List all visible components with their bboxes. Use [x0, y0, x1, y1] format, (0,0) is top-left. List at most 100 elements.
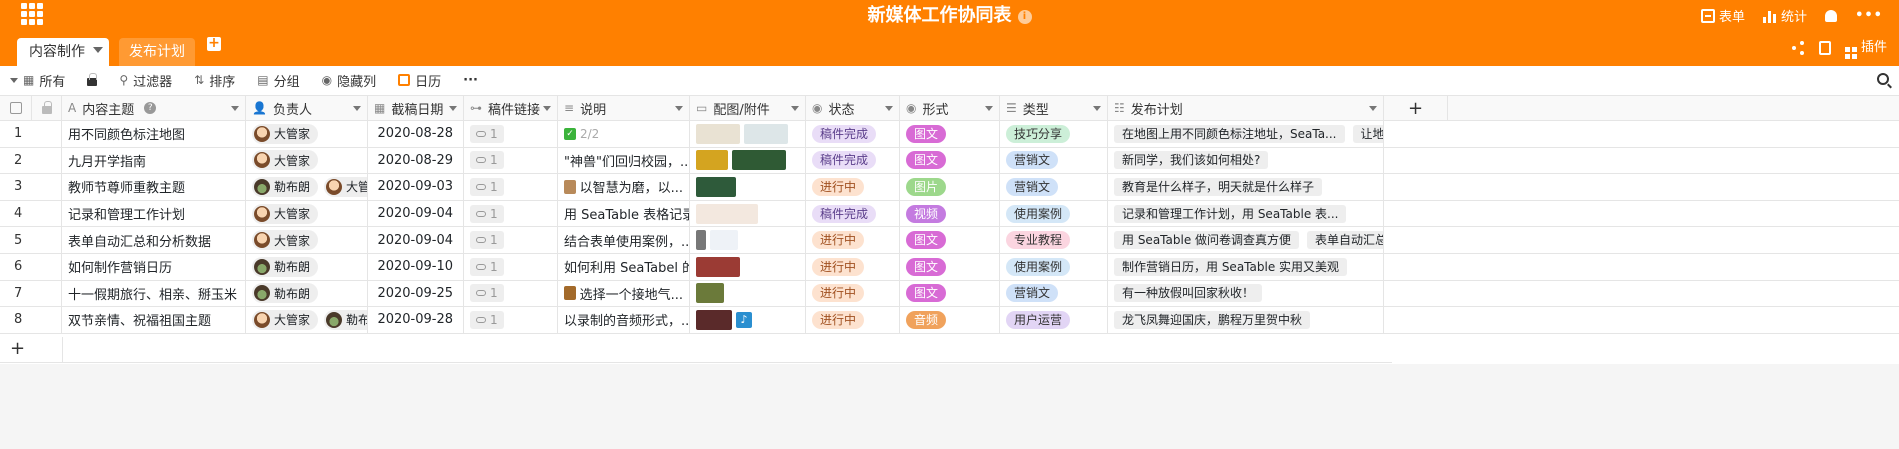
chevron-down-icon[interactable] [231, 106, 239, 115]
chevron-down-icon[interactable] [93, 47, 103, 58]
add-tab-button[interactable]: + [207, 36, 221, 51]
image-thumbnail[interactable] [696, 309, 732, 330]
topic-cell[interactable]: 表单自动汇总和分析数据 [62, 227, 246, 253]
sort-button[interactable]: ⇅ 排序 [194, 71, 235, 90]
more-menu-icon[interactable]: ••• [1855, 8, 1883, 23]
description-cell[interactable]: 以智慧为磨，以... [558, 174, 690, 200]
date-cell[interactable]: 2020-09-25 [368, 280, 464, 307]
image-thumbnail[interactable] [732, 150, 786, 171]
add-row-button[interactable]: + [0, 337, 1392, 363]
link-cell[interactable]: 1 [464, 227, 558, 253]
plan-link-chip[interactable]: 让地图可视 [1352, 124, 1383, 143]
attachment-cell[interactable]: ♪ [690, 307, 806, 333]
form-cell[interactable]: 图文 [900, 227, 1000, 253]
date-cell[interactable]: 2020-08-28 [368, 121, 464, 147]
attachment-cell[interactable] [690, 253, 806, 280]
info-icon[interactable]: i [1017, 10, 1032, 24]
table-row[interactable]: 1 用不同颜色标注地图 大管家 2020-08-28 1 ✓ 2/2 稿件完成 图文 技巧分享 在地… [0, 121, 1899, 148]
owner-cell[interactable]: 勒布朗 [246, 280, 368, 307]
tab-content-production[interactable]: 内容制作 [17, 38, 109, 66]
link-chip[interactable]: 1 [470, 284, 504, 303]
chevron-down-icon[interactable] [449, 106, 457, 115]
plan-cell[interactable]: 在地图上用不同颜色标注地址，SeaTa... 让地图可视 [1108, 121, 1384, 147]
table-row[interactable]: 2 九月开学指南 大管家 2020-08-29 1 "神兽"们回归校园，... 稿件完成 图文… [0, 147, 1899, 175]
plan-cell[interactable]: 制作营销日历，用 SeaTable 实用又美观 [1108, 253, 1384, 280]
link-chip[interactable]: 1 [470, 257, 504, 276]
status-cell[interactable]: 稿件完成 [806, 147, 900, 174]
document-icon[interactable] [1818, 40, 1831, 55]
user-chip[interactable]: 大管家 [252, 230, 319, 251]
row-number[interactable]: 8 [0, 307, 62, 333]
form-cell[interactable]: 图文 [900, 147, 1000, 174]
calendar-button[interactable]: 日历 [398, 71, 441, 90]
topic-cell[interactable]: 九月开学指南 [62, 147, 246, 174]
image-thumbnail[interactable] [696, 230, 706, 251]
chevron-down-icon[interactable] [985, 106, 993, 115]
plan-link-chip[interactable]: 用 SeaTable 做问卷调查真方便 [1114, 231, 1300, 250]
link-cell[interactable]: 1 [464, 121, 558, 147]
row-number[interactable]: 3 [0, 174, 62, 200]
plan-cell[interactable]: 教育是什么样子，明天就是什么样子 [1108, 174, 1384, 200]
description-cell[interactable]: 如何利用 SeaTabel 的... [558, 253, 690, 280]
type-cell[interactable]: 营销文 [1000, 280, 1108, 307]
link-cell[interactable]: 1 [464, 253, 558, 280]
type-cell[interactable]: 营销文 [1000, 174, 1108, 200]
status-cell[interactable]: 稿件完成 [806, 121, 900, 147]
owner-cell[interactable]: 勒布朗大管家 [246, 174, 368, 200]
status-cell[interactable]: 进行中 [806, 227, 900, 253]
date-cell[interactable]: 2020-08-29 [368, 147, 464, 174]
form-cell[interactable]: 音频 [900, 307, 1000, 333]
column-header[interactable]: ≡ 说明 [558, 96, 690, 120]
form-cell[interactable]: 图文 [900, 253, 1000, 280]
description-cell[interactable]: 以录制的音频形式，... [558, 307, 690, 333]
column-header[interactable]: ◉ 形式 [900, 96, 1000, 120]
link-cell[interactable]: 1 [464, 280, 558, 307]
plan-link-chip[interactable]: 记录和管理工作计划，用 SeaTable 表... [1114, 204, 1347, 223]
date-cell[interactable]: 2020-09-04 [368, 227, 464, 253]
chevron-down-icon[interactable] [1093, 106, 1101, 115]
row-number[interactable]: 5 [0, 227, 62, 253]
add-column-button[interactable]: + [1384, 96, 1448, 120]
plan-link-chip[interactable]: 在地图上用不同颜色标注地址，SeaTa... [1114, 124, 1345, 143]
topic-cell[interactable]: 如何制作营销日历 [62, 253, 246, 280]
owner-cell[interactable]: 大管家 [246, 121, 368, 147]
column-header[interactable]: ◉ 状态 [806, 96, 900, 120]
attachment-cell[interactable] [690, 147, 806, 174]
hide-columns-button[interactable]: ◉ 隐藏列 [322, 71, 377, 90]
table-row[interactable]: 7 十一假期旅行、相亲、掰玉米 勒布朗 2020-09-25 1 选择一个接地气... 进行… [0, 280, 1899, 308]
view-selector[interactable]: ▦ 所有 [10, 71, 65, 90]
table-row[interactable]: 8 双节亲情、祝福祖国主题 大管家勒布朗 2020-09-28 1 以录制的音频形式，..… [0, 307, 1899, 334]
link-cell[interactable]: 1 [464, 174, 558, 200]
chevron-down-icon[interactable] [543, 106, 551, 115]
link-chip[interactable]: 1 [470, 151, 504, 170]
attachment-cell[interactable] [690, 200, 806, 227]
link-chip[interactable]: 1 [470, 177, 504, 196]
plugin-button[interactable]: 插件 [1844, 36, 1887, 59]
attachment-cell[interactable] [690, 227, 806, 253]
plan-cell[interactable]: 有一种放假叫回家秋收！ [1108, 280, 1384, 307]
user-chip[interactable]: 大管家 [324, 176, 367, 197]
table-row[interactable]: 5 表单自动汇总和分析数据 大管家 2020-09-04 1 结合表单使用案例，... 进行… [0, 227, 1899, 254]
status-cell[interactable]: 进行中 [806, 280, 900, 307]
image-thumbnail[interactable] [696, 283, 724, 304]
chevron-down-icon[interactable] [675, 106, 683, 115]
type-cell[interactable]: 使用案例 [1000, 253, 1108, 280]
plan-cell[interactable]: 记录和管理工作计划，用 SeaTable 表... [1108, 200, 1384, 227]
share-icon[interactable] [1791, 41, 1805, 55]
description-cell[interactable]: 结合表单使用案例，... [558, 227, 690, 253]
attachment-cell[interactable] [690, 280, 806, 307]
chevron-down-icon[interactable] [791, 106, 799, 115]
date-cell[interactable]: 2020-09-28 [368, 307, 464, 333]
plan-link-chip[interactable]: 表单自动汇总数据到 [1307, 231, 1383, 250]
column-header[interactable]: ▦ 截稿日期 [368, 96, 464, 120]
owner-cell[interactable]: 大管家勒布朗 [246, 307, 368, 333]
column-header[interactable]: ⊶ 稿件链接 [464, 96, 558, 120]
row-number[interactable]: 4 [0, 200, 62, 227]
date-cell[interactable]: 2020-09-10 [368, 253, 464, 280]
link-cell[interactable]: 1 [464, 200, 558, 227]
type-cell[interactable]: 营销文 [1000, 147, 1108, 174]
user-chip[interactable]: 勒布朗 [252, 176, 319, 197]
row-number[interactable]: 7 [0, 280, 62, 307]
image-thumbnail[interactable] [696, 256, 740, 277]
user-chip[interactable]: 大管家 [252, 203, 319, 224]
